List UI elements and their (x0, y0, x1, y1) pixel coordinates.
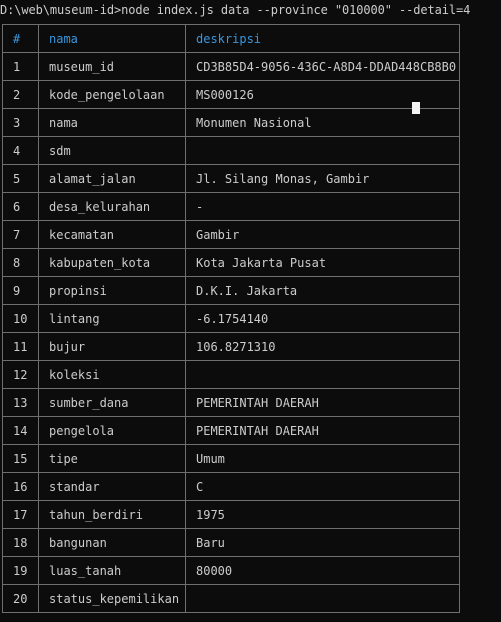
cell-number: 16 (2, 472, 39, 501)
cell-nama: desa_kelurahan (38, 192, 186, 221)
cell-number: 12 (2, 360, 39, 389)
table-row: 4 sdm (2, 136, 460, 165)
cell-deskripsi: Jl. Silang Monas, Gambir (185, 164, 460, 193)
cell-deskripsi: Baru (185, 528, 460, 557)
cell-number: 3 (2, 108, 39, 137)
table-row: 2 kode_pengelolaan MS000126 (2, 80, 460, 109)
table-row: 6 desa_kelurahan - (2, 192, 460, 221)
cell-number: 5 (2, 164, 39, 193)
cell-deskripsi: D.K.I. Jakarta (185, 276, 460, 305)
cell-nama: standar (38, 472, 186, 501)
cell-number: 4 (2, 136, 39, 165)
cell-deskripsi: PEMERINTAH DAERAH (185, 416, 460, 445)
cell-nama: luas_tanah (38, 556, 186, 585)
cell-nama: museum_id (38, 52, 186, 81)
table-row: 8 kabupaten_kota Kota Jakarta Pusat (2, 248, 460, 277)
table-row: 14 pengelola PEMERINTAH DAERAH (2, 416, 460, 445)
cell-deskripsi (185, 360, 460, 389)
cell-deskripsi: 80000 (185, 556, 460, 585)
cell-number: 6 (2, 192, 39, 221)
cell-nama: tipe (38, 444, 186, 473)
table-row: 18 bangunan Baru (2, 528, 460, 557)
cell-number: 8 (2, 248, 39, 277)
command-line: D:\web\museum-id>node index.js data --pr… (0, 3, 471, 17)
cell-number: 13 (2, 388, 39, 417)
cell-number: 10 (2, 304, 39, 333)
cell-deskripsi (185, 136, 460, 165)
cell-nama: koleksi (38, 360, 186, 389)
cell-nama: pengelola (38, 416, 186, 445)
cell-deskripsi: CD3B85D4-9056-436C-A8D4-DDAD448CB8B0 (185, 52, 460, 81)
table-row: 17 tahun_berdiri 1975 (2, 500, 460, 529)
cell-deskripsi: 106.8271310 (185, 332, 460, 361)
table-row: 19 luas_tanah 80000 (2, 556, 460, 585)
cell-number: 19 (2, 556, 39, 585)
table-row: 16 standar C (2, 472, 460, 501)
cell-nama: lintang (38, 304, 186, 333)
cell-number: 1 (2, 52, 39, 81)
cell-deskripsi: PEMERINTAH DAERAH (185, 388, 460, 417)
cell-number: 18 (2, 528, 39, 557)
cell-nama: status_kepemilikan (38, 584, 186, 613)
table-row: 13 sumber_dana PEMERINTAH DAERAH (2, 388, 460, 417)
table-row: 12 koleksi (2, 360, 460, 389)
cell-number: 2 (2, 80, 39, 109)
header-nama: nama (38, 24, 186, 53)
cell-nama: sumber_dana (38, 388, 186, 417)
cell-number: 15 (2, 444, 39, 473)
cell-deskripsi (185, 584, 460, 613)
cell-number: 9 (2, 276, 39, 305)
table-row: 9 propinsi D.K.I. Jakarta (2, 276, 460, 305)
table-row: 3 nama Monumen Nasional (2, 108, 460, 137)
cell-nama: kecamatan (38, 220, 186, 249)
cell-deskripsi: - (185, 192, 460, 221)
text-cursor (412, 102, 420, 114)
cell-number: 17 (2, 500, 39, 529)
cell-nama: propinsi (38, 276, 186, 305)
table-row: 5 alamat_jalan Jl. Silang Monas, Gambir (2, 164, 460, 193)
cell-deskripsi: 1975 (185, 500, 460, 529)
cell-number: 14 (2, 416, 39, 445)
table-row: 10 lintang -6.1754140 (2, 304, 460, 333)
cell-nama: kode_pengelolaan (38, 80, 186, 109)
cell-nama: tahun_berdiri (38, 500, 186, 529)
cell-deskripsi: -6.1754140 (185, 304, 460, 333)
table-row: 1 museum_id CD3B85D4-9056-436C-A8D4-DDAD44… (2, 52, 460, 81)
table-row: 7 kecamatan Gambir (2, 220, 460, 249)
cell-nama: sdm (38, 136, 186, 165)
cell-deskripsi: Kota Jakarta Pusat (185, 248, 460, 277)
cell-nama: nama (38, 108, 186, 137)
header-number: # (2, 24, 39, 53)
output-table: # nama deskripsi 1 museum_id CD3B85D4-9056… (2, 24, 460, 613)
table-row: 15 tipe Umum (2, 444, 460, 473)
table-row: 11 bujur 106.8271310 (2, 332, 460, 361)
cell-nama: kabupaten_kota (38, 248, 186, 277)
cell-deskripsi: C (185, 472, 460, 501)
cell-number: 11 (2, 332, 39, 361)
cell-number: 7 (2, 220, 39, 249)
cell-number: 20 (2, 584, 39, 613)
cell-nama: alamat_jalan (38, 164, 186, 193)
table-row: 20 status_kepemilikan (2, 584, 460, 613)
cell-nama: bangunan (38, 528, 186, 557)
cell-deskripsi: Gambir (185, 220, 460, 249)
cell-deskripsi: Umum (185, 444, 460, 473)
console-window[interactable]: D:\web\museum-id>node index.js data --pr… (0, 0, 501, 622)
table-header-row: # nama deskripsi (2, 24, 460, 53)
header-deskripsi: deskripsi (185, 24, 460, 53)
cell-nama: bujur (38, 332, 186, 361)
